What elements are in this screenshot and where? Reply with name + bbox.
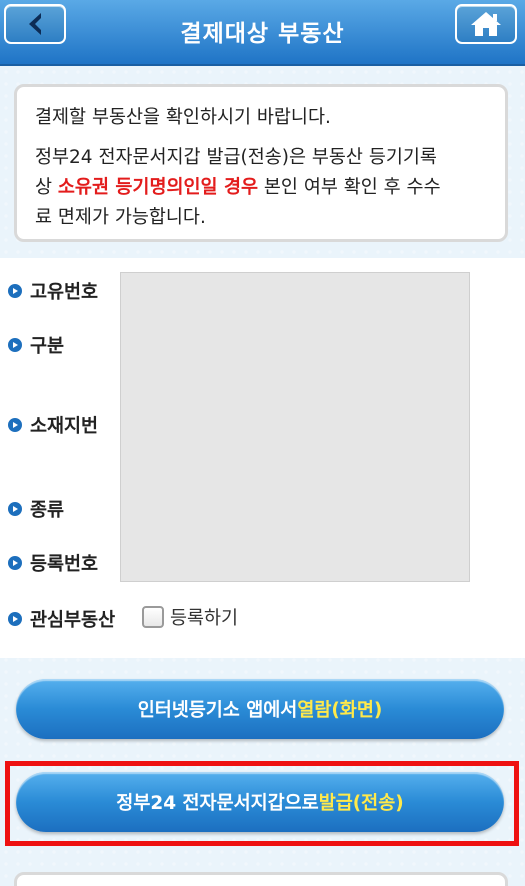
label-text: 관심부동산 <box>30 610 116 631</box>
label-category: 구분 <box>8 332 64 358</box>
notice-highlight: 소유권 등기명의인일 경우 <box>57 177 259 198</box>
bullet-icon <box>8 556 22 570</box>
bullet-icon <box>8 612 22 626</box>
label-unique-no: 고유번호 <box>8 278 98 304</box>
notice-line-1: 결제할 부동산을 확인하시기 바랍니다. <box>35 107 331 128</box>
label-text: 등록번호 <box>30 554 99 575</box>
bullet-icon <box>8 502 22 516</box>
label-text: 소재지번 <box>30 416 99 437</box>
notice-text-c: 본인 여부 확인 후 수수 <box>258 177 441 198</box>
bullet-icon <box>8 338 22 352</box>
view-button-highlight: 열람(화면) <box>297 700 383 721</box>
selection-highlight <box>5 761 519 846</box>
view-in-app-button[interactable]: 인터넷등기소 앱에서 열람(화면) <box>16 679 504 739</box>
page-title: 결제대상 부동산 <box>180 21 345 47</box>
register-checkbox[interactable] <box>142 606 164 628</box>
notice-text-b: 상 <box>35 177 58 198</box>
notice-box: 결제할 부동산을 확인하시기 바랍니다. 정부24 전자문서지갑 발급(전송)은… <box>14 84 508 242</box>
register-interest-toggle[interactable]: 등록하기 <box>142 604 238 630</box>
notice-text-a: 정부24 전자문서지갑 발급(전송)은 부동산 등기기록 <box>35 147 437 168</box>
view-button-text: 인터넷등기소 앱에서 <box>137 700 298 721</box>
notice-text-d: 료 면제가 가능합니다. <box>35 207 206 228</box>
label-text: 고유번호 <box>30 282 99 303</box>
notice-line-2: 정부24 전자문서지갑 발급(전송)은 부동산 등기기록 상 소유권 등기명의인… <box>35 143 487 233</box>
home-icon <box>471 12 501 36</box>
label-text: 종류 <box>30 500 65 521</box>
label-address: 소재지번 <box>8 412 98 438</box>
label-interest: 관심부동산 <box>8 606 115 632</box>
bullet-icon <box>8 284 22 298</box>
bottom-card <box>14 872 508 886</box>
property-detail-panel: 고유번호 구분 소재지번 종류 등록번호 관심부동산 등록하기 <box>0 258 525 658</box>
bullet-icon <box>8 418 22 432</box>
label-reg-no: 등록번호 <box>8 550 98 576</box>
label-type: 종류 <box>8 496 64 522</box>
app-header: 결제대상 부동산 <box>0 0 525 66</box>
register-label: 등록하기 <box>170 608 239 629</box>
home-button[interactable] <box>455 4 517 44</box>
label-text: 구분 <box>30 336 65 357</box>
property-info-box <box>120 272 470 582</box>
